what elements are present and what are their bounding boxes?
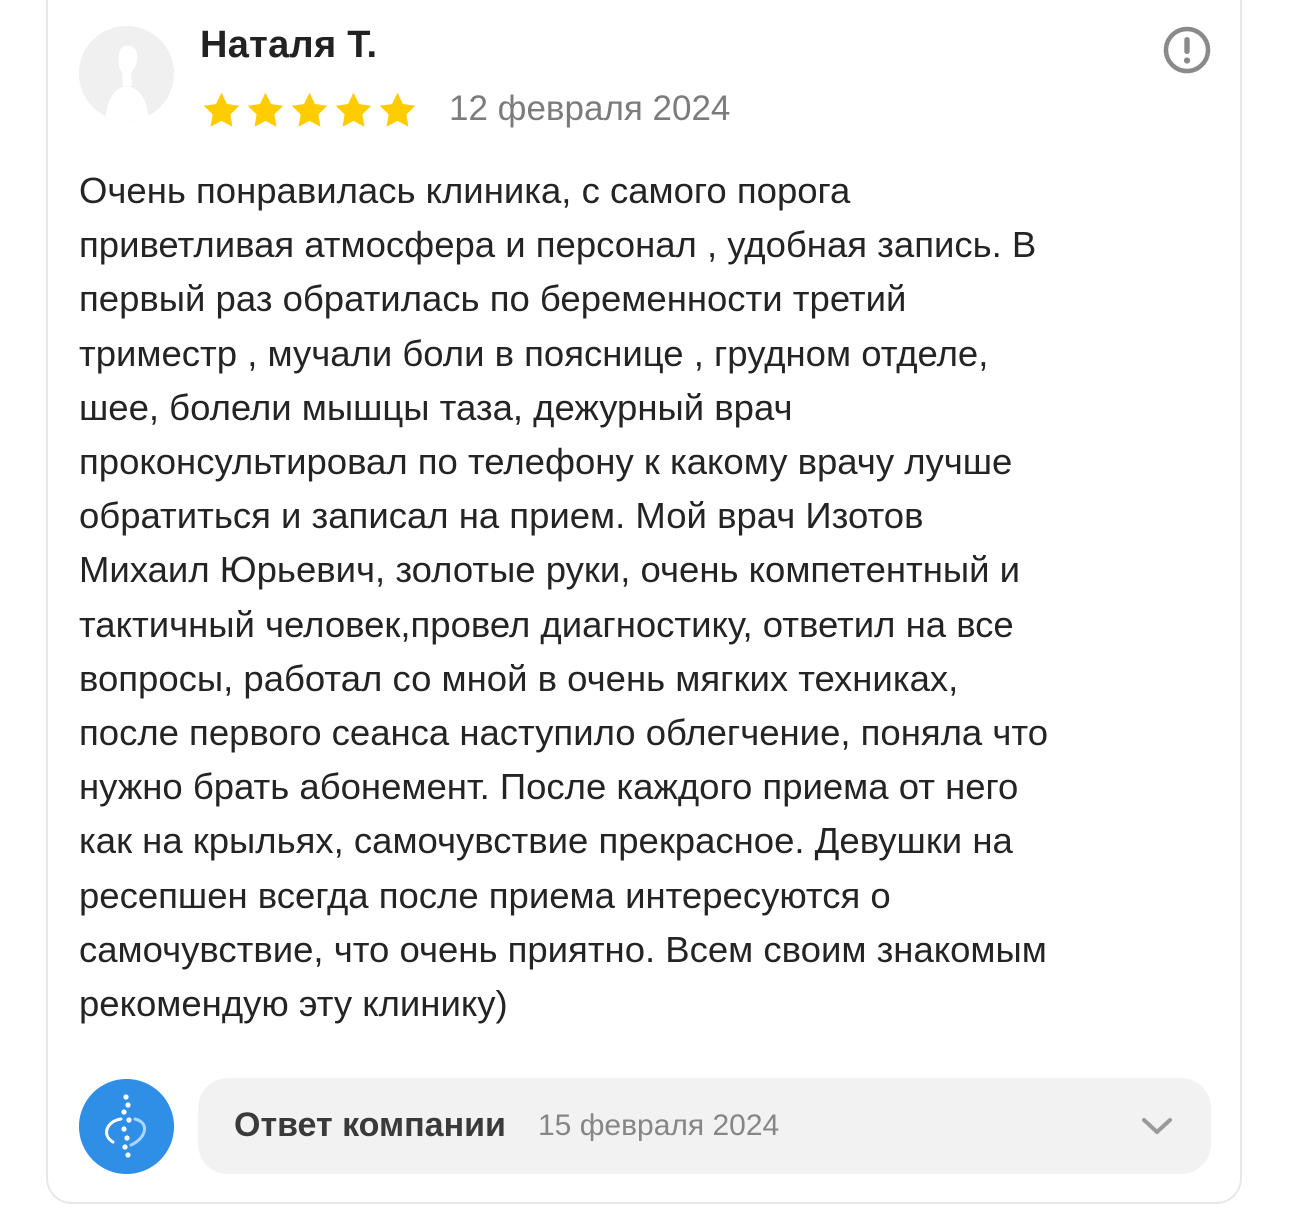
company-logo[interactable] — [79, 1079, 174, 1174]
star-icon — [335, 92, 372, 127]
spine-logo-icon — [79, 1079, 174, 1174]
exclamation-circle-icon — [1163, 26, 1211, 74]
star-icon — [203, 92, 240, 127]
rating-stars — [201, 90, 418, 131]
star-icon — [379, 92, 416, 127]
company-reply-label: Ответ компании — [234, 1106, 506, 1144]
review-date: 12 февраля 2024 — [449, 89, 731, 128]
star-icon — [291, 92, 328, 127]
star-icon — [247, 92, 284, 127]
company-reply-toggle[interactable]: Ответ компании 15 февраля 2024 — [198, 1078, 1211, 1174]
user-silhouette-icon — [79, 26, 174, 121]
company-reply-date: 15 февраля 2024 — [538, 1109, 780, 1142]
author-avatar[interactable] — [79, 26, 174, 121]
chevron-down-icon — [1142, 1118, 1172, 1134]
review-author-name[interactable]: Наталя Т. — [200, 24, 377, 67]
report-button[interactable] — [1163, 26, 1211, 74]
review-text: Очень понравилась клиника, с самого поро… — [79, 170, 1048, 1025]
